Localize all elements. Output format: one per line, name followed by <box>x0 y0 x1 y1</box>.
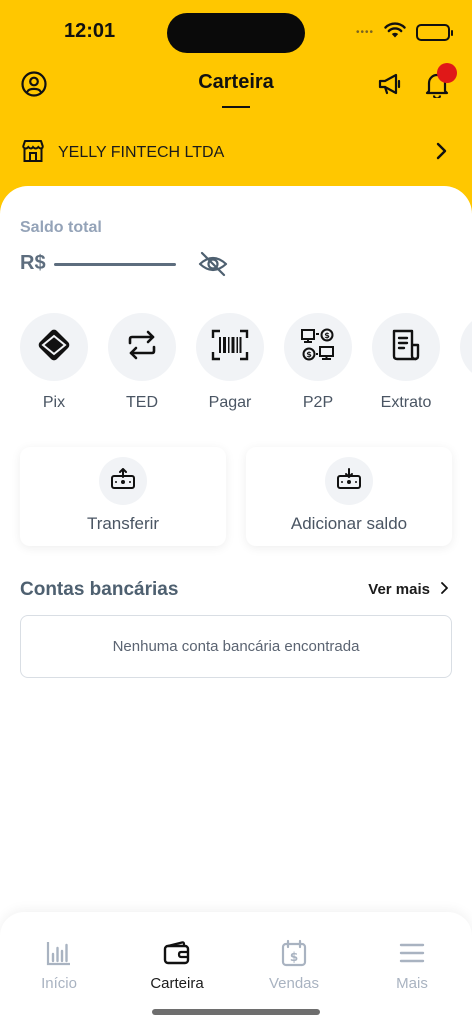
nav-label: Vendas <box>268 975 320 992</box>
nav-label: Mais <box>396 975 428 992</box>
transfer-card[interactable]: Transferir <box>20 447 226 546</box>
pix-icon <box>36 327 72 368</box>
signal-icon: •••• <box>355 27 374 38</box>
action-label: TED <box>126 394 158 411</box>
action-extrato[interactable]: Extrato <box>372 313 440 412</box>
cash-download-icon <box>336 467 362 495</box>
nav-item-mais[interactable]: Mais <box>362 940 462 992</box>
receipt-icon <box>390 328 422 367</box>
status-icons: •••• <box>355 22 453 43</box>
balance-label: Saldo total <box>20 219 102 236</box>
quick-actions: Pix TED Pagar $ $ P2P Extrato <box>20 313 472 423</box>
empty-state-text: Nenhuma conta bancária encontrada <box>112 638 360 655</box>
balance-hidden-value <box>53 263 176 266</box>
svg-text:$: $ <box>306 350 312 359</box>
store-icon <box>20 138 46 169</box>
company-name: YELLY FINTECH LTDA <box>58 144 225 161</box>
wifi-icon <box>384 22 406 43</box>
content-sheet <box>0 186 472 1024</box>
wallet-icon <box>163 940 191 970</box>
nav-item-carteira[interactable]: Carteira <box>127 940 227 992</box>
add-balance-label: Adicionar saldo <box>290 514 408 533</box>
svg-text:$: $ <box>290 950 298 964</box>
nav-item-inicio[interactable]: Início <box>9 940 109 992</box>
action-label: P2P <box>302 394 334 411</box>
section-title: Contas bancárias <box>20 579 179 600</box>
action-pagar[interactable]: Pagar <box>196 313 264 412</box>
currency-symbol: R$ <box>20 252 46 274</box>
company-selector[interactable]: YELLY FINTECH LTDA <box>20 138 448 168</box>
action-label: Em <box>460 394 472 412</box>
nav-label: Carteira <box>150 975 204 992</box>
action-label: Pagar <box>208 394 252 411</box>
action-more[interactable]: Em <box>460 313 472 412</box>
action-label: Extrato <box>380 394 432 411</box>
cash-upload-icon <box>110 467 136 495</box>
transfer-arrows-icon <box>125 328 159 367</box>
dynamic-island <box>167 13 305 53</box>
p2p-icon: $ $ <box>300 327 336 368</box>
svg-text:$: $ <box>324 331 330 340</box>
action-p2p[interactable]: $ $ P2P <box>284 313 352 412</box>
megaphone-icon[interactable] <box>377 71 403 97</box>
action-ted[interactable]: TED <box>108 313 176 412</box>
action-pix[interactable]: Pix <box>20 313 88 412</box>
battery-icon <box>416 24 453 41</box>
see-more-link[interactable]: Ver mais <box>368 581 448 598</box>
chevron-right-icon <box>434 142 448 165</box>
calendar-dollar-icon: $ <box>281 939 307 972</box>
chart-bars-icon <box>46 940 72 971</box>
status-time: 12:01 <box>64 20 116 42</box>
transfer-label: Transferir <box>86 514 160 533</box>
barcode-icon <box>211 329 249 366</box>
notification-badge <box>437 63 457 83</box>
nav-label: Início <box>41 975 77 992</box>
see-more-label: Ver mais <box>368 581 430 598</box>
chevron-right-icon <box>440 581 448 598</box>
balance-row: R$ <box>20 252 176 275</box>
home-indicator <box>152 1009 320 1015</box>
action-label: Pix <box>42 394 66 411</box>
title-underline <box>222 106 250 108</box>
empty-state: Nenhuma conta bancária encontrada <box>20 615 452 678</box>
add-balance-card[interactable]: Adicionar saldo <box>246 447 452 546</box>
eye-off-icon[interactable] <box>197 250 229 283</box>
menu-icon <box>399 942 425 969</box>
nav-item-vendas[interactable]: $ Vendas <box>244 939 344 992</box>
bottom-nav: Início Carteira $ Vendas Mais <box>0 912 472 1024</box>
notification-bell-icon[interactable] <box>425 63 457 98</box>
